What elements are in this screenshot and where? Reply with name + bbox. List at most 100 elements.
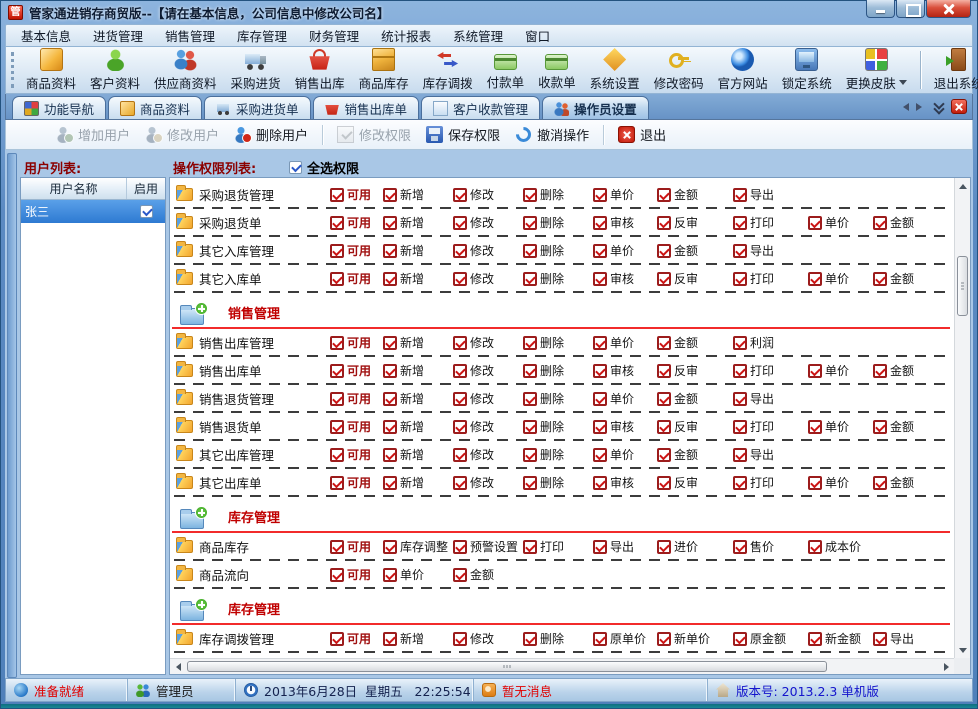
tab-scroll-right-icon[interactable] — [916, 102, 926, 111]
perm-checkbox[interactable] — [657, 215, 671, 230]
perm-checkbox[interactable] — [733, 215, 747, 230]
perm-checkbox[interactable] — [383, 335, 397, 350]
perm-checkbox[interactable] — [593, 271, 607, 286]
toolbar-button-lock-screen[interactable]: 锁定系统 — [775, 48, 839, 92]
user-table-header-enabled[interactable]: 启用 — [127, 178, 165, 199]
tab-operator-settings-tab[interactable]: 操作员设置 — [542, 96, 649, 119]
perm-checkbox[interactable] — [330, 243, 344, 258]
menu-item-2[interactable]: 进货管理 — [82, 25, 154, 46]
perm-checkbox[interactable] — [523, 271, 537, 286]
perm-checkbox[interactable] — [383, 271, 397, 286]
tab-product-tab[interactable]: 商品资料 — [108, 96, 203, 119]
permission-row[interactable]: 其它入库单 可用 新增 修改 删除 审核 反审 打印 单价 金额 — [172, 266, 954, 291]
permission-row[interactable]: 销售出库单 可用 新增 修改 删除 审核 反审 打印 单价 金额 — [172, 358, 954, 383]
perm-checkbox[interactable] — [330, 631, 344, 646]
tab-nav-map[interactable]: 功能导航 — [12, 96, 107, 119]
perm-checkbox[interactable] — [657, 335, 671, 350]
scroll-down-button[interactable] — [955, 643, 970, 658]
toolbar-button-key[interactable]: 修改密码 — [647, 48, 711, 92]
perm-checkbox[interactable] — [383, 567, 397, 582]
toolbar-button-payment-card[interactable]: 付款单 — [480, 48, 532, 92]
permission-row[interactable]: 其它入库管理 可用 新增 修改 删除 单价 金额 导出 — [172, 238, 954, 263]
perm-checkbox[interactable] — [523, 539, 537, 554]
scroll-left-button[interactable] — [170, 659, 185, 674]
perm-checkbox[interactable] — [330, 475, 344, 490]
perm-checkbox[interactable] — [523, 447, 537, 462]
perm-checkbox[interactable] — [593, 187, 607, 202]
perm-checkbox[interactable] — [808, 215, 822, 230]
toolbar-grip[interactable] — [11, 52, 14, 88]
perm-checkbox[interactable] — [383, 243, 397, 258]
perm-checkbox[interactable] — [657, 391, 671, 406]
perm-checkbox[interactable] — [453, 335, 467, 350]
permission-row[interactable]: 销售出库管理 可用 新增 修改 删除 单价 金额 利润 — [172, 330, 954, 355]
perm-checkbox[interactable] — [593, 447, 607, 462]
minimize-button[interactable] — [866, 0, 895, 18]
perm-checkbox[interactable] — [453, 187, 467, 202]
toolbar-button-customer[interactable]: 客户资料 — [83, 48, 147, 92]
perm-checkbox[interactable] — [593, 243, 607, 258]
tab-overflow-chevron-icon[interactable] — [933, 101, 944, 113]
permission-row[interactable]: 销售退货管理 可用 新增 修改 删除 单价 金额 导出 — [172, 386, 954, 411]
permission-row[interactable]: 采购退货管理 可用 新增 修改 删除 单价 金额 导出 — [172, 182, 954, 207]
perm-checkbox[interactable] — [383, 631, 397, 646]
tab-close-button[interactable] — [951, 99, 967, 114]
perm-checkbox[interactable] — [733, 335, 747, 350]
perm-checkbox[interactable] — [593, 363, 607, 378]
perm-checkbox[interactable] — [453, 539, 467, 554]
perm-checkbox[interactable] — [330, 187, 344, 202]
perm-checkbox[interactable] — [808, 363, 822, 378]
perm-checkbox[interactable] — [523, 391, 537, 406]
perm-checkbox[interactable] — [330, 271, 344, 286]
perm-checkbox[interactable] — [808, 631, 822, 646]
perm-checkbox[interactable] — [657, 419, 671, 434]
perm-checkbox[interactable] — [733, 447, 747, 462]
perm-checkbox[interactable] — [523, 631, 537, 646]
perm-checkbox[interactable] — [873, 475, 887, 490]
toolbar-button-transfer-arrows[interactable]: 库存调拨 — [416, 48, 480, 92]
perm-checkbox[interactable] — [808, 539, 822, 554]
toolbar-button-stock-box[interactable]: 商品库存 — [352, 48, 416, 92]
perm-checkbox[interactable] — [593, 631, 607, 646]
perm-checkbox[interactable] — [593, 215, 607, 230]
perm-checkbox[interactable] — [453, 631, 467, 646]
perm-checkbox[interactable] — [808, 419, 822, 434]
perm-checkbox[interactable] — [733, 419, 747, 434]
perm-checkbox[interactable] — [383, 539, 397, 554]
perm-checkbox[interactable] — [453, 475, 467, 490]
user-enabled-checkbox[interactable] — [139, 205, 153, 218]
toolbar-button-receipt-card[interactable]: 收款单 — [531, 48, 583, 92]
left-splitter[interactable] — [7, 153, 17, 678]
perm-checkbox[interactable] — [733, 271, 747, 286]
close-button[interactable] — [926, 0, 971, 18]
perm-checkbox[interactable] — [523, 363, 537, 378]
toolbar-button-product-box[interactable]: 商品资料 — [19, 48, 83, 92]
perm-checkbox[interactable] — [733, 391, 747, 406]
permission-row[interactable]: 商品流向 可用 单价 金额 — [172, 562, 954, 587]
perm-checkbox[interactable] — [873, 631, 887, 646]
perm-checkbox[interactable] — [657, 475, 671, 490]
perm-checkbox[interactable] — [383, 475, 397, 490]
perm-checkbox[interactable] — [873, 215, 887, 230]
tab-purchase-order-tab[interactable]: 采购进货单 — [204, 96, 311, 119]
perm-checkbox[interactable] — [523, 335, 537, 350]
perm-checkbox[interactable] — [733, 187, 747, 202]
tab-receipt-manage-tab[interactable]: 客户收款管理 — [421, 96, 541, 119]
perm-checkbox[interactable] — [657, 539, 671, 554]
perm-checkbox[interactable] — [733, 631, 747, 646]
perm-checkbox[interactable] — [593, 539, 607, 554]
perm-checkbox[interactable] — [593, 475, 607, 490]
horizontal-scrollbar[interactable] — [170, 658, 954, 674]
perm-checkbox[interactable] — [657, 363, 671, 378]
toolbar-button-skin-palette[interactable]: 更换皮肤 — [839, 48, 914, 92]
perm-checkbox[interactable] — [383, 419, 397, 434]
user-table-header-name[interactable]: 用户名称 — [21, 178, 127, 199]
toolbar-button-exit-door[interactable]: 退出系统 — [927, 48, 978, 92]
scroll-right-button[interactable] — [939, 659, 954, 674]
perm-checkbox[interactable] — [330, 391, 344, 406]
perm-checkbox[interactable] — [383, 447, 397, 462]
tab-sales-order-tab[interactable]: 销售出库单 — [312, 96, 420, 119]
menu-item-5[interactable]: 财务管理 — [298, 25, 370, 46]
perm-checkbox[interactable] — [330, 335, 344, 350]
action-button-close-red[interactable]: 退出 — [612, 122, 672, 147]
